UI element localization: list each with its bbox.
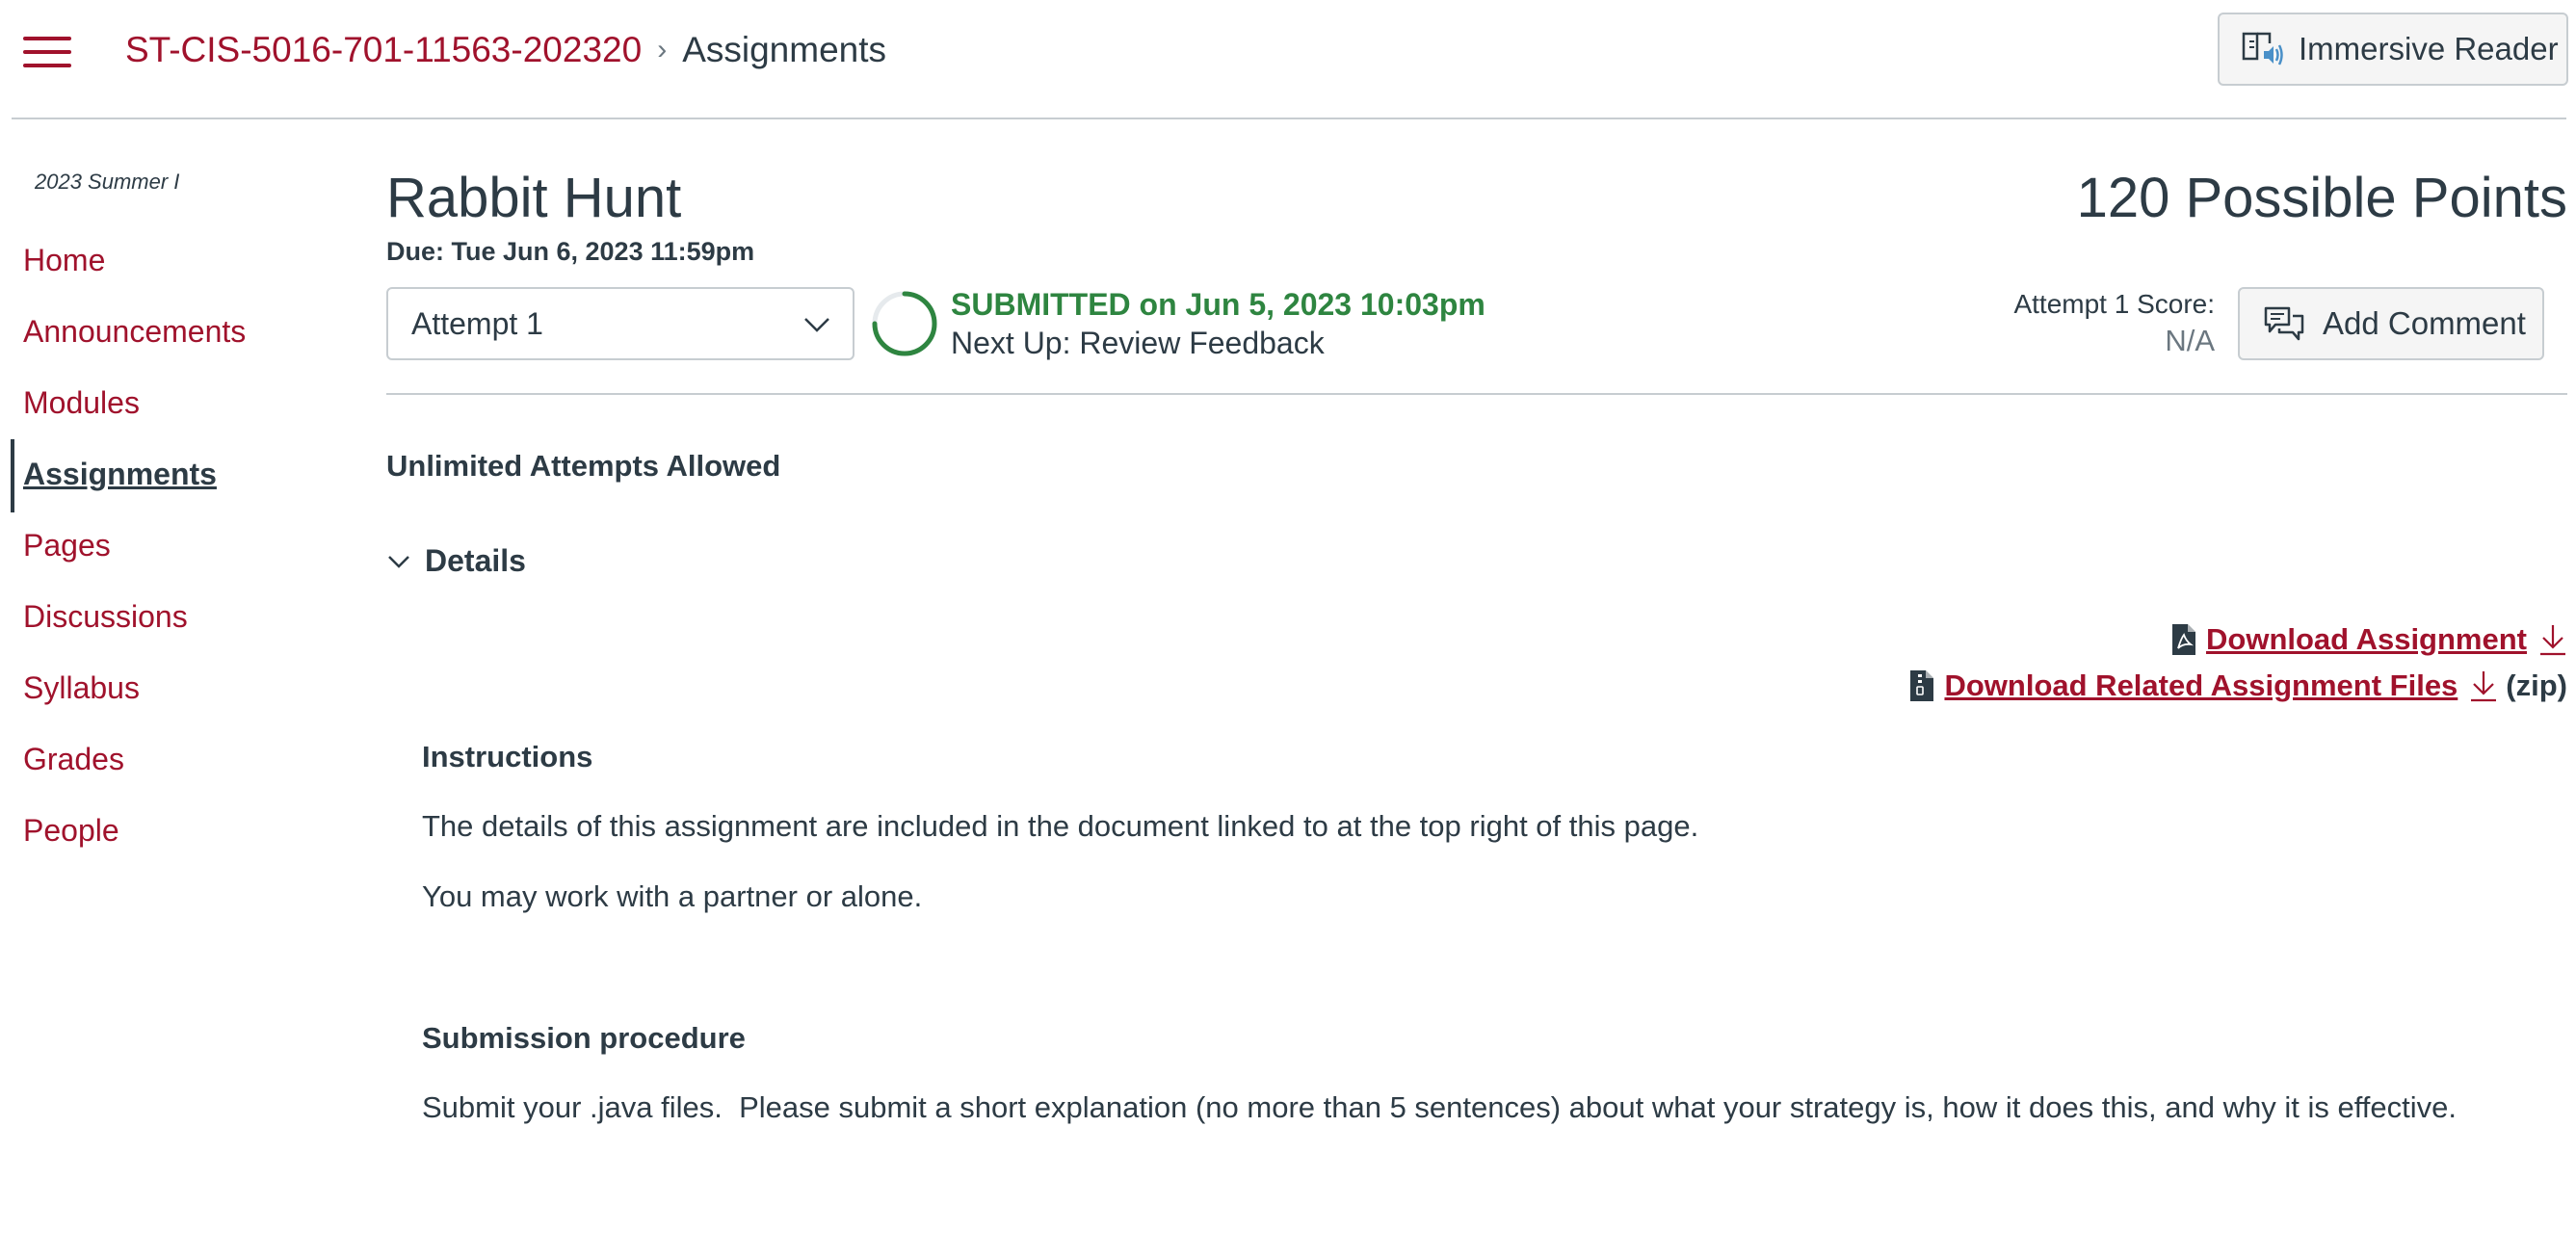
breadcrumb: ST-CIS-5016-701-11563-202320 › Assignmen… [125,25,886,75]
breadcrumb-course-link[interactable]: ST-CIS-5016-701-11563-202320 [125,30,642,70]
hamburger-menu-icon[interactable] [23,35,71,69]
sidebar-item-grades[interactable]: Grades [23,742,124,777]
download-assignment-link[interactable]: Download Assignment [2206,622,2527,657]
details-label: Details [425,543,526,578]
assignment-title: Rabbit Hunt [386,167,682,229]
attempt-score-label: Attempt 1 Score: [2013,289,2215,319]
top-navigation-bar: ST-CIS-5016-701-11563-202320 › Assignmen… [12,0,2568,119]
sidebar-item-home[interactable]: Home [23,243,105,278]
submission-procedure-text: Submit your .java files. Please submit a… [422,1090,2457,1124]
submitted-status-text: SUBMITTED on Jun 5, 2023 10:03pm [951,287,1485,322]
header-divider [386,393,2567,395]
add-comment-button[interactable]: Add Comment [2238,287,2544,360]
add-comment-label: Add Comment [2323,305,2526,341]
progress-ring-icon [870,289,939,363]
download-icon[interactable] [2538,623,2567,656]
immersive-reader-icon [2241,30,2285,68]
assignment-content: Rabbit Hunt Due: Tue Jun 6, 2023 11:59pm… [386,119,2567,1256]
instructions-paragraph-2: You may work with a partner or alone. [422,879,923,913]
term-label: 2023 Summer I [35,170,180,194]
sidebar-item-syllabus[interactable]: Syllabus [23,670,140,706]
download-assignment-row: Download Assignment [2171,622,2567,657]
due-date: Due: Tue Jun 6, 2023 11:59pm [386,237,755,266]
instructions-heading: Instructions [422,740,593,773]
breadcrumb-current-page: Assignments [682,30,886,69]
submission-procedure-heading: Submission procedure [422,1021,746,1055]
comment-icon [2263,304,2305,343]
sidebar-item-modules[interactable]: Modules [23,385,140,421]
chevron-down-icon [802,310,831,347]
attempts-allowed-text: Unlimited Attempts Allowed [386,449,781,483]
attempt-select-value: Attempt 1 [411,305,543,341]
zip-file-icon [1909,669,1934,702]
sidebar-item-people[interactable]: People [23,813,119,849]
breadcrumb-separator-icon: › [657,34,668,66]
download-related-files-link[interactable]: Download Related Assignment Files [1944,668,2458,703]
active-nav-indicator [11,439,14,512]
download-icon[interactable] [2469,669,2498,702]
sidebar-item-assignments[interactable]: Assignments [23,457,217,492]
attempt-score-value: N/A [2165,324,2215,357]
sidebar-item-announcements[interactable]: Announcements [23,314,246,350]
immersive-reader-label: Immersive Reader [2299,31,2559,66]
chevron-down-icon [386,549,411,574]
download-related-files-row: Download Related Assignment Files (zip) [1909,668,2567,703]
pdf-file-icon [2171,623,2196,656]
immersive-reader-button[interactable]: Immersive Reader [2218,13,2568,86]
sidebar-item-pages[interactable]: Pages [23,528,111,563]
details-toggle[interactable]: Details [386,543,526,579]
next-step-text: Next Up: Review Feedback [951,326,1325,360]
attempt-select[interactable]: Attempt 1 [386,287,854,360]
sidebar-item-discussions[interactable]: Discussions [23,599,188,635]
zip-suffix: (zip) [2506,668,2567,702]
possible-points: 120 Possible Points [2076,167,2567,229]
instructions-paragraph-1: The details of this assignment are inclu… [422,809,1699,843]
